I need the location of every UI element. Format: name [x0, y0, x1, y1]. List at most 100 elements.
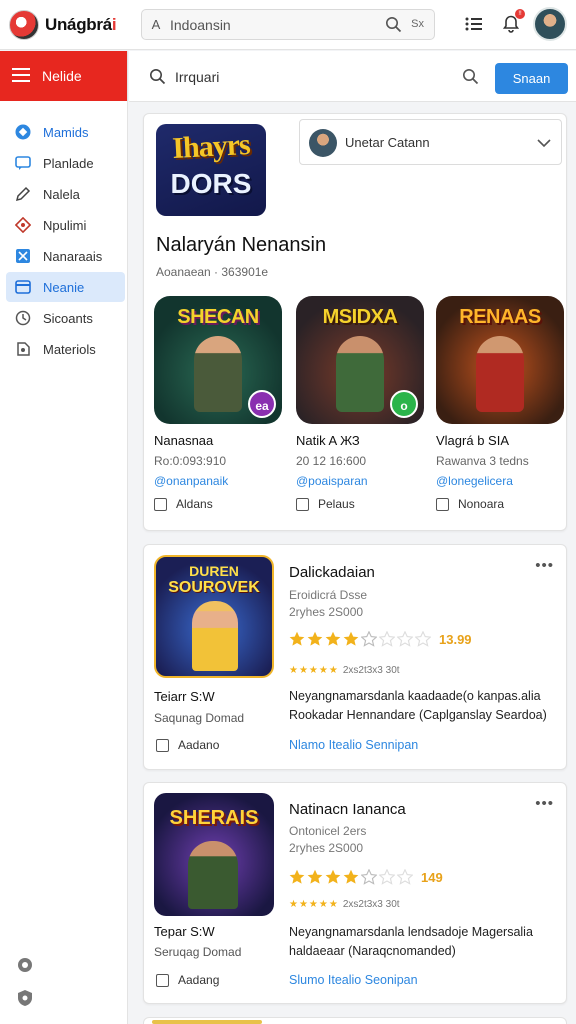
search-prefix: A: [151, 17, 161, 32]
game-tile[interactable]: SHECAN ea Nanasnaa Ro:0:093:910 @onanpan…: [154, 296, 284, 511]
settings-gear-icon[interactable]: [16, 956, 34, 974]
sidebar-item-nanaraais[interactable]: Nanaraais: [6, 241, 125, 271]
featured-subtitle: Aoanaean · 363901e: [156, 265, 269, 279]
sidebar-item-nalela[interactable]: Nalela: [6, 179, 125, 209]
sidebar-item-sicoants[interactable]: Sicoants: [6, 303, 125, 333]
game-name: Natik A ЖЗ: [296, 433, 360, 448]
game-tile[interactable]: MSIDXA o Natik A ЖЗ 20 12 16:600 @poaisp…: [296, 296, 426, 511]
sidebar: Nelide Mamids Planlade Nalela Npulimi Na…: [0, 51, 128, 1024]
more-options-icon[interactable]: •••: [535, 795, 554, 812]
game-tile[interactable]: RENAAS Vlagrá b SIA Rawanva 3 tedns @lon…: [436, 296, 566, 511]
list-game-name: Teiarr S:W: [154, 689, 215, 704]
search-shortcut-label: Sx: [411, 18, 424, 30]
game-art[interactable]: MSIDXA o: [296, 296, 424, 424]
clock-icon: [14, 309, 32, 327]
star-rating-icon: [289, 631, 431, 647]
crop-icon: [14, 247, 32, 265]
sidebar-item-label: Nalela: [43, 186, 80, 202]
checkbox-label: Aldans: [176, 497, 213, 511]
list-art-label: SHERAIS: [169, 807, 259, 829]
featured-title: Nalaryán Nenansin: [156, 234, 327, 256]
game-name: Vlagrá b SIA: [436, 433, 509, 448]
search-button[interactable]: Snaan: [495, 63, 568, 94]
sidebar-item-label: Npulimi: [43, 217, 87, 233]
list-game-art[interactable]: DUREN SOUROVEK: [154, 555, 274, 678]
game-art[interactable]: SHECAN ea: [154, 296, 282, 424]
sidebar-item-mamids[interactable]: Mamids: [6, 117, 125, 147]
sidebar-item-materiols[interactable]: Materiols: [6, 334, 125, 364]
checkbox-label: Nonoara: [458, 497, 505, 511]
list-studio: Seruqag Domad: [154, 945, 242, 959]
checkbox-icon[interactable]: [296, 497, 309, 511]
character-icon: [188, 841, 238, 909]
sidebar-list: Mamids Planlade Nalela Npulimi Nanaraais…: [0, 117, 127, 364]
rating-value: 149: [421, 869, 443, 885]
next-card-accent: [152, 1020, 262, 1024]
sidebar-item-label: Nanaraais: [43, 248, 103, 264]
game-art[interactable]: RENAAS: [436, 296, 564, 424]
list-link[interactable]: Slumo Itealio Seonipan: [289, 973, 418, 987]
brand-logo-icon: [9, 9, 39, 40]
brand[interactable]: Unágbrái: [9, 9, 117, 40]
tag-icon: [14, 340, 32, 358]
checkbox-icon[interactable]: [154, 497, 167, 511]
list-art-label-top: DUREN: [189, 563, 239, 579]
rating-count-label: 2xs2t3x3 30t: [342, 665, 400, 676]
rating-count-label: 2xs2t3x3 30t: [342, 899, 400, 910]
list-game-art[interactable]: SHERAIS: [154, 793, 274, 916]
shield-icon: [14, 216, 32, 234]
game-checkbox[interactable]: Aldans: [154, 497, 284, 511]
featured-game-art[interactable]: Ihayrs DORS: [156, 124, 266, 216]
rating-stars: 149: [289, 869, 443, 885]
top-search-input[interactable]: [170, 16, 370, 33]
list-title: Natinacn Iananca: [289, 801, 406, 818]
card-icon: [14, 278, 32, 296]
list-checkbox[interactable]: Aadang: [156, 973, 219, 987]
list-link[interactable]: Nlamo Itealio Sennipan: [289, 738, 418, 752]
checkbox-label: Aadang: [178, 973, 220, 987]
top-search-box[interactable]: A Sx: [141, 9, 435, 40]
game-badge: ea: [248, 390, 276, 418]
list-meta: Ontonicel 2ers: [289, 824, 367, 838]
sidebar-item-label: Materiols: [43, 341, 96, 357]
sidebar-item-npulimi[interactable]: Npulimi: [6, 210, 125, 240]
chat-icon: [14, 154, 32, 172]
checkbox-icon[interactable]: [436, 497, 449, 511]
game-checkbox[interactable]: Nonoara: [436, 497, 566, 511]
game-character-icon: [194, 336, 242, 412]
featured-art-title: Ihayrs: [171, 127, 251, 166]
hamburger-icon[interactable]: [12, 67, 30, 85]
checkbox-icon[interactable]: [156, 738, 169, 752]
account-selector[interactable]: Unetar Catann: [299, 119, 562, 165]
checkbox-label: Aadano: [178, 738, 220, 752]
rating-stars: 13.99: [289, 631, 472, 647]
list-art-label: SOUROVEK: [168, 579, 260, 596]
game-link[interactable]: @poaisparan: [296, 474, 426, 488]
checkbox-icon[interactable]: [156, 973, 169, 987]
search-icon[interactable]: [149, 68, 166, 90]
game-checkbox[interactable]: Pelaus: [296, 497, 426, 511]
search-icon[interactable]: [385, 16, 402, 38]
content-search-query[interactable]: Irrquari: [175, 69, 219, 85]
list-meta: 2ryhes 2S000: [289, 841, 364, 855]
sidebar-item-neanie[interactable]: Neanie: [6, 272, 125, 302]
game-name: Nanasnaa: [154, 433, 214, 448]
sidebar-header[interactable]: Nelide: [0, 51, 127, 101]
brand-name: Unágbrái: [45, 14, 117, 34]
rating-count: ★★★★★ 2xs2t3x3 30t: [289, 665, 400, 676]
list-title: Dalickadaian: [289, 564, 375, 581]
list-checkbox[interactable]: Aadano: [156, 738, 219, 752]
sidebar-item-planlade[interactable]: Planlade: [6, 148, 125, 178]
user-avatar[interactable]: [533, 7, 567, 41]
game-meta: 20 12 16:600: [296, 454, 367, 468]
rating-value: 13.99: [439, 631, 472, 647]
more-options-icon[interactable]: •••: [535, 557, 554, 574]
game-art-label: RENAAS: [459, 306, 541, 328]
list-menu-icon[interactable]: [463, 13, 485, 35]
notification-bell-icon[interactable]: !!: [500, 9, 525, 35]
security-shield-icon[interactable]: [16, 989, 34, 1007]
diamond-icon: [14, 123, 32, 141]
game-link[interactable]: @onanpanaik: [154, 474, 284, 488]
search-icon[interactable]: [462, 68, 479, 90]
game-link[interactable]: @lonegelicera: [436, 474, 566, 488]
